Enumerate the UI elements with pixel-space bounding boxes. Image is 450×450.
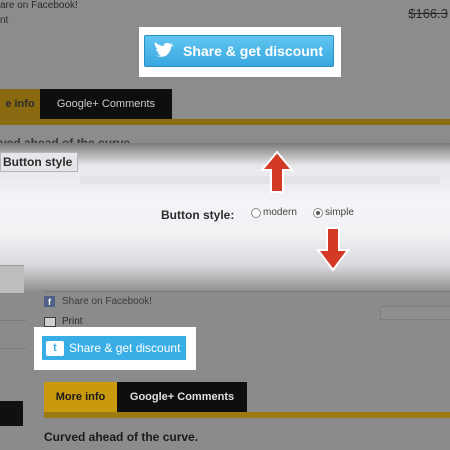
left-divider-1 bbox=[0, 320, 26, 321]
tab-underline-bottom bbox=[44, 412, 450, 418]
arrow-down-icon bbox=[316, 227, 350, 272]
share-button-label-bottom: Share & get discount bbox=[69, 341, 181, 355]
twitter-t-icon: t bbox=[46, 340, 64, 356]
radio-selected-dot bbox=[316, 211, 320, 215]
twitter-bird-icon bbox=[154, 42, 174, 57]
facebook-icon: f bbox=[44, 296, 55, 307]
print-link[interactable]: Print bbox=[44, 316, 83, 327]
arrow-up-icon bbox=[260, 150, 294, 193]
radio-modern[interactable] bbox=[251, 208, 261, 218]
share-highlight-bottom: t Share & get discount bbox=[34, 327, 196, 370]
tab-more-info-top[interactable]: e info bbox=[0, 89, 40, 119]
left-edge-panel bbox=[0, 265, 24, 296]
tab-underline-top bbox=[0, 119, 450, 125]
radio-modern-label: modern bbox=[263, 207, 297, 218]
tab-google-comments[interactable]: Google+ Comments bbox=[117, 382, 247, 412]
share-button-label: Share & get discount bbox=[183, 43, 324, 59]
print-label: Print bbox=[62, 316, 83, 327]
share-on-facebook-link[interactable]: f Share on Facebook! bbox=[44, 296, 152, 307]
share-discount-button-simple[interactable]: t Share & get discount bbox=[42, 336, 186, 360]
share-discount-button-modern[interactable]: Share & get discount bbox=[144, 35, 334, 67]
old-price: $166.3 bbox=[408, 6, 448, 21]
share-facebook-label: Share on Facebook! bbox=[62, 296, 153, 307]
divider-line bbox=[44, 291, 450, 292]
curved-heading: Curved ahead of the curve. bbox=[44, 430, 199, 444]
print-partial-text: nt bbox=[0, 15, 9, 26]
left-dark-block bbox=[0, 401, 23, 426]
button-style-label: Button style: bbox=[161, 208, 235, 222]
left-divider-2 bbox=[0, 348, 26, 349]
radio-simple[interactable] bbox=[313, 208, 323, 218]
faded-input-box bbox=[380, 306, 450, 320]
radio-simple-label: simple bbox=[325, 207, 354, 218]
tabs-top: e info Google+ Comments bbox=[0, 89, 172, 119]
tab-google-comments-top[interactable]: Google+ Comments bbox=[40, 89, 172, 119]
tabs-bottom: More info Google+ Comments bbox=[44, 382, 247, 412]
tab-more-info[interactable]: More info bbox=[44, 382, 117, 412]
button-style-tag: Button style bbox=[0, 152, 78, 172]
printer-icon bbox=[44, 316, 56, 327]
share-highlight-top: Share & get discount bbox=[139, 27, 341, 77]
share-facebook-partial-text: are on Facebook! bbox=[0, 0, 78, 11]
